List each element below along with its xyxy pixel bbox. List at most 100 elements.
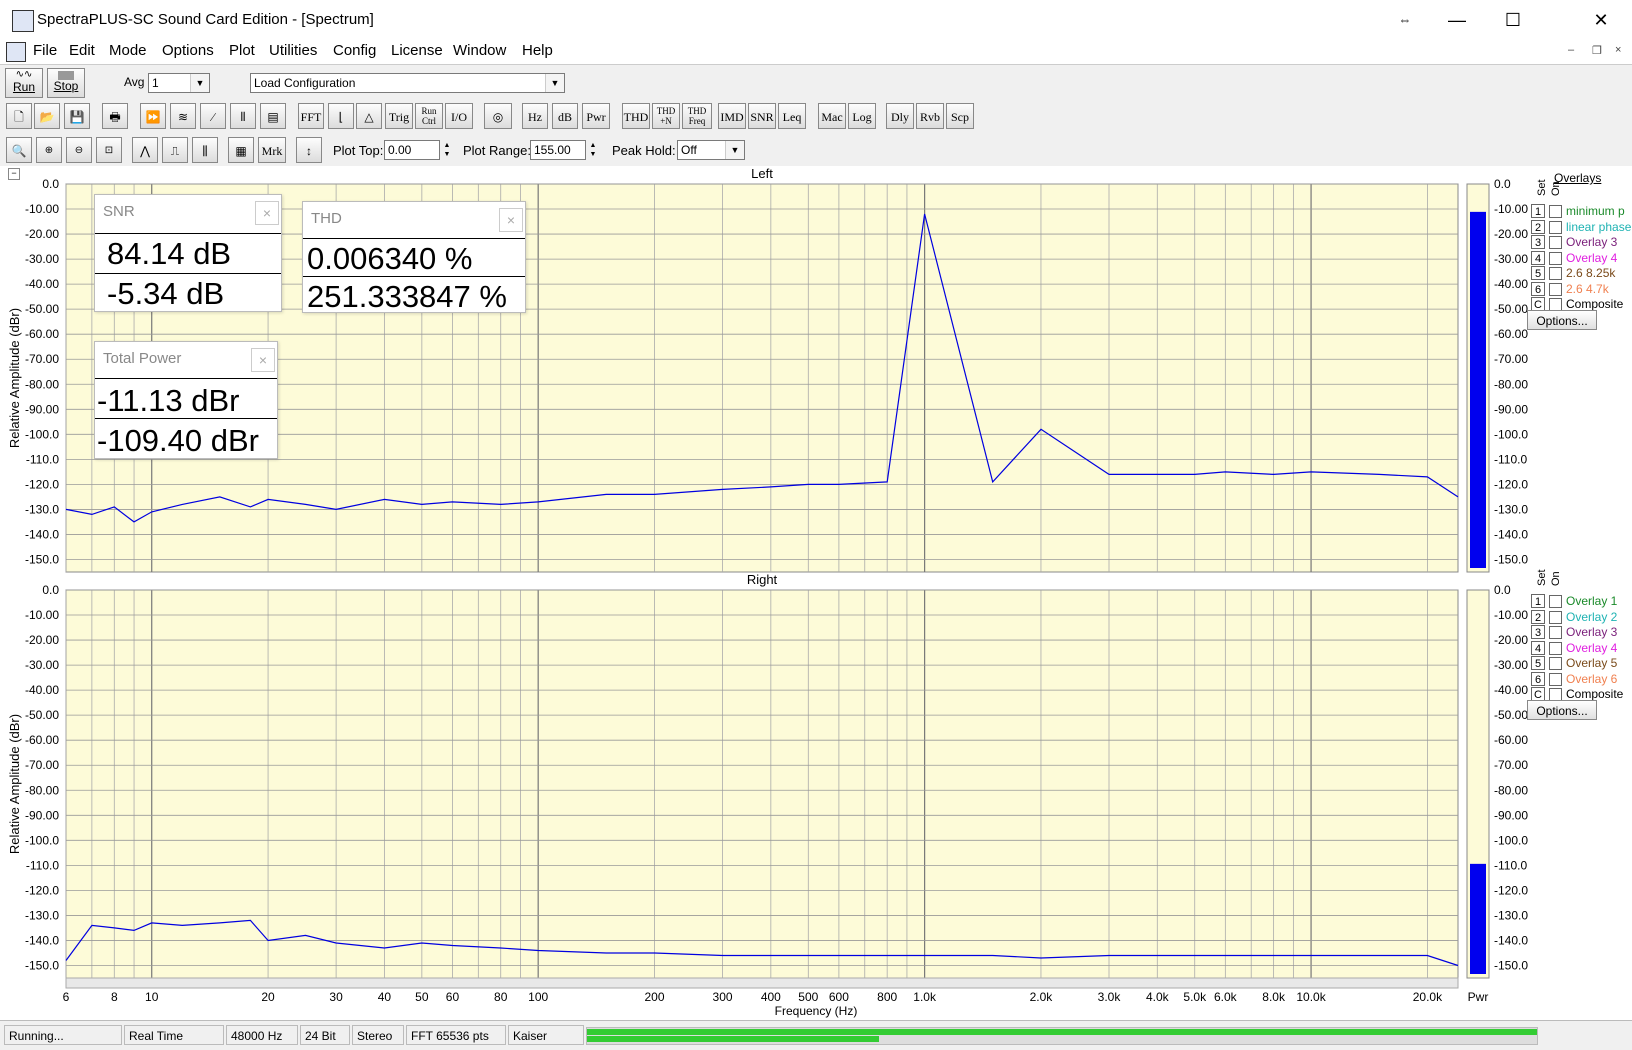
phase-icon[interactable]: ⦀ (230, 103, 256, 129)
right-overlay-row[interactable]: 5 Overlay 5 (1531, 656, 1632, 671)
overlay-checkbox[interactable] (1549, 672, 1562, 686)
close-icon[interactable]: × (499, 208, 523, 232)
rvb-button[interactable]: Rvb (916, 103, 944, 129)
close-button[interactable]: ✕ (1576, 6, 1626, 34)
close-icon[interactable]: × (251, 348, 275, 372)
overlay-checkbox[interactable] (1549, 610, 1562, 624)
open-icon[interactable]: 📂 (34, 103, 60, 129)
print-icon[interactable]: 🖶 (102, 103, 128, 129)
mac-button[interactable]: Mac (818, 103, 846, 129)
overlay-set-button[interactable]: 1 (1531, 594, 1545, 608)
overlay-set-button[interactable]: 5 (1531, 266, 1545, 280)
pwr-button[interactable]: Pwr (582, 103, 610, 129)
minimize-button[interactable]: — (1432, 6, 1482, 34)
trig-button[interactable]: Trig (385, 103, 413, 129)
chevron-down-icon[interactable]: ▼ (725, 141, 744, 159)
overlay-checkbox[interactable] (1549, 657, 1562, 670)
overlay-set-button[interactable]: C (1531, 297, 1545, 311)
overlay-set-button[interactable]: 4 (1531, 640, 1545, 655)
mdi-restore-button[interactable]: ❐ (1592, 44, 1602, 57)
right-overlay-row[interactable]: 4 Overlay 4 (1531, 640, 1632, 656)
zoom-full-icon[interactable]: ⊡ (96, 137, 122, 163)
menu-edit[interactable]: Edit (65, 42, 99, 59)
overlay-set-button[interactable]: 5 (1531, 656, 1545, 670)
spectrum-time-icon[interactable]: ≋ (170, 103, 196, 129)
signal-generator-icon[interactable]: ◎ (484, 103, 512, 129)
overlay-set-button[interactable]: 4 (1531, 250, 1545, 265)
overlay-set-button[interactable]: 1 (1531, 204, 1545, 218)
menu-window[interactable]: Window (449, 42, 510, 59)
mdi-minimize-button[interactable]: – (1568, 44, 1574, 56)
run-button[interactable]: ∿∿ Run (5, 68, 43, 98)
plot-top-input[interactable]: 0.00 ▲ ▼ (384, 140, 450, 160)
right-overlay-row[interactable]: 1 Overlay 1 (1531, 594, 1632, 609)
zoom-icon[interactable]: 🔍 (6, 137, 32, 163)
scale-icon[interactable]: ↕ (296, 137, 322, 163)
left-overlay-row[interactable]: 1 minimum p (1531, 204, 1632, 219)
overlay-set-button[interactable]: 3 (1531, 235, 1545, 249)
calculator-icon[interactable]: ▦ (228, 137, 254, 163)
menu-mode[interactable]: Mode (105, 42, 151, 59)
spin-icon[interactable]: ▲ ▼ (441, 141, 453, 159)
thd-n-button[interactable]: THD +N (652, 103, 680, 129)
menu-help[interactable]: Help (518, 42, 557, 59)
fft-button[interactable]: FFT (298, 103, 324, 129)
left-overlay-row[interactable]: 4 Overlay 4 (1531, 250, 1632, 266)
overlay-set-button[interactable]: 6 (1531, 671, 1545, 686)
left-overlay-row[interactable]: 6 2.6 4.7k (1531, 281, 1632, 297)
scp-button[interactable]: Scp (946, 103, 974, 129)
run-ctrl-button[interactable]: Run Ctrl (415, 103, 443, 129)
thd-freq-button[interactable]: THD Freq (682, 103, 712, 129)
close-icon[interactable]: × (255, 201, 279, 225)
snr-button[interactable]: SNR (748, 103, 776, 129)
menu-plot[interactable]: Plot (225, 42, 259, 59)
thd-readout[interactable]: THD × 0.006340 % 251.333847 % (302, 201, 526, 314)
overlay-set-button[interactable]: C (1531, 687, 1545, 701)
fast-forward-icon[interactable]: ⏩ (140, 103, 166, 129)
mdi-close-button[interactable]: × (1615, 44, 1621, 56)
imd-button[interactable]: IMD (718, 103, 746, 129)
trigger-level-icon[interactable]: ⌊ (328, 103, 354, 129)
time-series-icon[interactable]: ∕ (200, 103, 226, 129)
menu-utilities[interactable]: Utilities (265, 42, 321, 59)
overlay-checkbox[interactable] (1549, 251, 1562, 265)
maximize-button[interactable]: ☐ (1488, 6, 1538, 34)
new-icon[interactable]: 🗋 (6, 103, 32, 129)
zoom-in-2x-icon[interactable]: ⊕ (36, 137, 62, 163)
menu-file[interactable]: File (29, 42, 61, 59)
right-overlay-row[interactable]: 3 Overlay 3 (1531, 625, 1632, 640)
overlay-set-button[interactable]: 2 (1531, 219, 1545, 234)
spectrogram-icon[interactable]: ▤ (260, 103, 286, 129)
snr-readout[interactable]: SNR × 84.14 dB -5.34 dB (94, 194, 282, 312)
overlay-checkbox[interactable] (1549, 267, 1562, 280)
overlay-set-button[interactable]: 2 (1531, 609, 1545, 624)
resize-icon[interactable]: ⇔ (1380, 6, 1430, 34)
log-button[interactable]: Log (848, 103, 876, 129)
right-options-button[interactable]: Options... (1527, 700, 1597, 720)
menu-options[interactable]: Options (158, 42, 218, 59)
chevron-down-icon[interactable]: ▼ (545, 74, 564, 92)
left-overlay-row[interactable]: 3 Overlay 3 (1531, 235, 1632, 250)
bar-style-icon[interactable]: ⫼ (192, 137, 218, 163)
hz-button[interactable]: Hz (522, 103, 548, 129)
dly-button[interactable]: Dly (886, 103, 914, 129)
total-power-readout[interactable]: Total Power × -11.13 dBr -109.40 dBr (94, 341, 278, 459)
left-overlay-row[interactable]: 2 linear phase (1531, 219, 1632, 235)
trigger-mode-icon[interactable]: △ (356, 103, 382, 129)
configuration-select[interactable]: Load Configuration ▼ (250, 73, 565, 93)
overlay-checkbox[interactable] (1549, 220, 1562, 234)
plot-range-input[interactable]: 155.00 ▲ ▼ (530, 140, 596, 160)
overlay-set-button[interactable]: 6 (1531, 281, 1545, 296)
left-options-button[interactable]: Options... (1527, 310, 1597, 330)
peak-marker-icon[interactable]: ⋀ (132, 137, 158, 163)
mrk-button[interactable]: Mrk (258, 137, 286, 163)
zoom-out-2x-icon[interactable]: ⊖ (66, 137, 92, 163)
overlay-checkbox[interactable] (1549, 641, 1562, 655)
peak-hold-select[interactable]: Off ▼ (677, 140, 745, 160)
overlay-checkbox[interactable] (1549, 282, 1562, 296)
menu-license[interactable]: License (387, 42, 447, 59)
io-button[interactable]: I/O (445, 103, 473, 129)
save-icon[interactable]: 💾 (64, 103, 90, 129)
avg-select[interactable]: 1 ▼ (148, 73, 210, 93)
overlay-checkbox[interactable] (1549, 626, 1562, 639)
